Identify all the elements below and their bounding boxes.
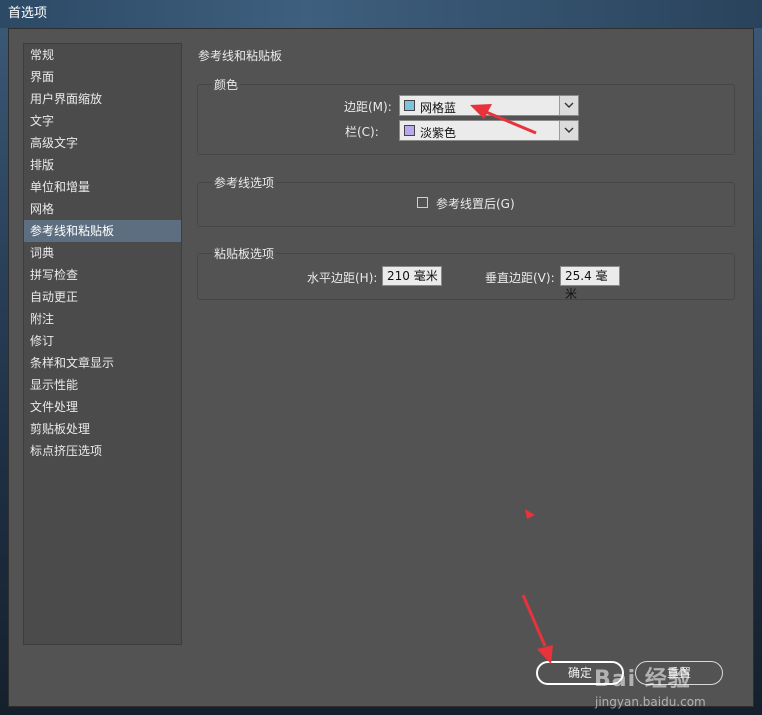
sidebar-item-general[interactable]: 常规 — [24, 44, 181, 66]
margin-color-label: 边距(M): — [344, 100, 392, 114]
guide-options-group: 参考线选项 参考线置后(G) — [197, 176, 735, 227]
sidebar-item-mojikumi[interactable]: 标点挤压选项 — [24, 440, 181, 462]
color-swatch-icon — [404, 100, 415, 111]
sidebar-item-ui-scaling[interactable]: 用户界面缩放 — [24, 88, 181, 110]
sidebar-item-notes[interactable]: 附注 — [24, 308, 181, 330]
color-group-title: 颜色 — [212, 78, 241, 92]
sidebar-item-grids[interactable]: 网格 — [24, 198, 181, 220]
sidebar-item-autocorrect[interactable]: 自动更正 — [24, 286, 181, 308]
sidebar-item-spelling[interactable]: 拼写检查 — [24, 264, 181, 286]
sidebar-item-guides-pasteboard[interactable]: 参考线和粘贴板 — [24, 220, 181, 242]
guides-in-back-label: 参考线置后(G) — [436, 197, 515, 211]
color-group: 颜色 边距(M): 网格蓝 栏(C): 淡紫色 — [197, 78, 735, 155]
sidebar-item-units-increments[interactable]: 单位和增量 — [24, 176, 181, 198]
margin-color-select[interactable]: 网格蓝 — [399, 95, 579, 116]
baidu-watermark-logo: Bai 经验 — [594, 667, 691, 692]
sidebar-item-type[interactable]: 文字 — [24, 110, 181, 132]
dropdown-button[interactable] — [559, 121, 578, 140]
preferences-dialog: 常规 界面 用户界面缩放 文字 高级文字 排版 单位和增量 网格 参考线和粘贴板… — [8, 28, 754, 709]
category-list: 常规 界面 用户界面缩放 文字 高级文字 排版 单位和增量 网格 参考线和粘贴板… — [23, 43, 182, 645]
sidebar-item-advanced-type[interactable]: 高级文字 — [24, 132, 181, 154]
pasteboard-options-title: 粘贴板选项 — [212, 247, 277, 261]
baidu-watermark-url: jingyan.baidu.com — [595, 695, 706, 709]
dropdown-button[interactable] — [559, 96, 578, 115]
column-color-select[interactable]: 淡紫色 — [399, 120, 579, 141]
sidebar-item-story-editor[interactable]: 条样和文章显示 — [24, 352, 181, 374]
sidebar-item-track-changes[interactable]: 修订 — [24, 330, 181, 352]
pasteboard-options-group: 粘贴板选项 水平边距(H): 210 毫米 垂直边距(V): 25.4 毫米 — [197, 247, 735, 301]
sidebar-item-interface[interactable]: 界面 — [24, 66, 181, 88]
guides-in-back-checkbox[interactable] — [417, 197, 428, 208]
sidebar-item-display-performance[interactable]: 显示性能 — [24, 374, 181, 396]
color-swatch-icon — [404, 125, 415, 136]
vertical-margin-input[interactable]: 25.4 毫米 — [560, 266, 620, 301]
window-title: 首选项 — [0, 0, 762, 28]
sidebar-item-file-handling[interactable]: 文件处理 — [24, 396, 181, 418]
sidebar-item-composition[interactable]: 排版 — [24, 154, 181, 176]
margin-color-value: 网格蓝 — [420, 101, 457, 115]
horizontal-margin-label: 水平边距(H): — [307, 271, 378, 285]
column-color-value: 淡紫色 — [420, 126, 457, 140]
panel-title: 参考线和粘贴板 — [198, 49, 283, 63]
column-color-label: 栏(C): — [345, 125, 379, 139]
vertical-margin-label: 垂直边距(V): — [485, 271, 555, 285]
sidebar-item-clipboard-handling[interactable]: 剪贴板处理 — [24, 418, 181, 440]
horizontal-margin-input[interactable]: 210 毫米 — [382, 266, 442, 286]
chevron-down-icon — [564, 127, 574, 133]
sidebar-item-dictionary[interactable]: 词典 — [24, 242, 181, 264]
chevron-down-icon — [564, 102, 574, 108]
guide-options-title: 参考线选项 — [212, 176, 277, 190]
